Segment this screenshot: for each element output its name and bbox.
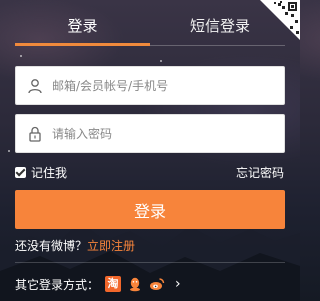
login-button[interactable]: 登录 xyxy=(15,190,285,229)
register-prompt: 还没有微博？ xyxy=(15,239,88,253)
remember-me[interactable]: 记住我 xyxy=(15,164,67,180)
username-input[interactable] xyxy=(52,67,278,104)
register-line: 还没有微博？立即注册 xyxy=(15,237,135,254)
taobao-icon[interactable]: 淘 xyxy=(105,276,122,292)
user-icon xyxy=(28,79,42,94)
password-input[interactable] xyxy=(52,115,278,152)
login-panel: 登录 短信登录 邮箱/会员帐号/手机号 记住我 忘记密码 登录 还没有微博？立即… xyxy=(0,0,300,301)
other-login-label: 其它登录方式： xyxy=(15,277,100,292)
register-link[interactable]: 立即注册 xyxy=(87,239,135,253)
login-tabs: 登录 短信登录 xyxy=(15,8,285,46)
password-field xyxy=(15,114,285,153)
remember-label: 记住我 xyxy=(31,165,68,180)
bottom-divider xyxy=(15,262,285,263)
qr-code-login-corner[interactable] xyxy=(260,0,300,40)
qr-code-icon xyxy=(260,0,300,40)
lock-icon xyxy=(29,126,41,142)
other-login-methods: 其它登录方式： 淘 › xyxy=(15,275,181,293)
tab-login[interactable]: 登录 xyxy=(15,8,150,44)
username-field xyxy=(15,66,285,105)
qq-icon[interactable] xyxy=(127,276,143,292)
weibo-icon[interactable] xyxy=(149,276,165,292)
more-login-arrow-icon[interactable]: › xyxy=(175,276,181,292)
active-tab-indicator xyxy=(15,43,150,46)
forgot-password-link[interactable]: 忘记密码 xyxy=(236,164,284,181)
remember-checkbox[interactable] xyxy=(15,166,26,178)
